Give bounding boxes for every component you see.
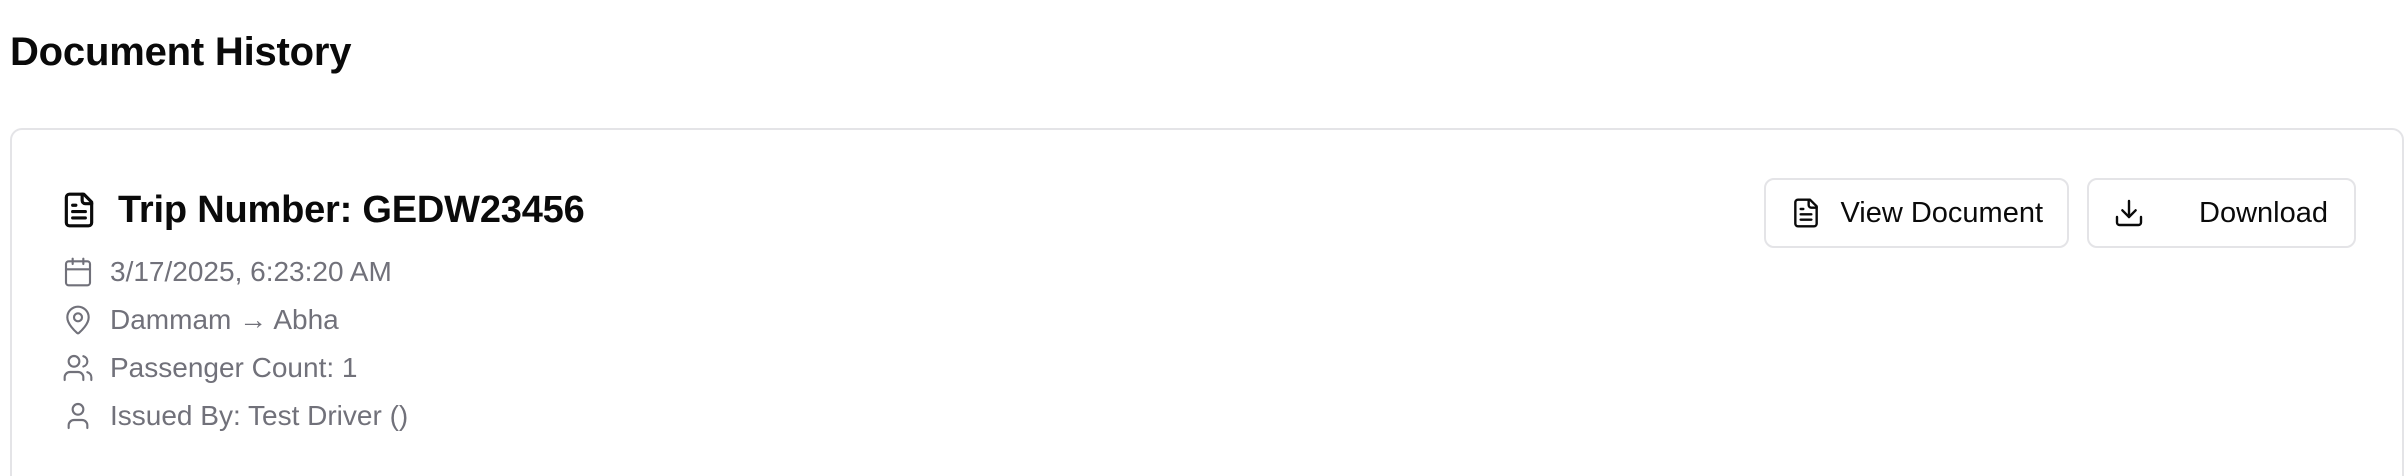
users-icon xyxy=(62,352,94,384)
meta-passengers: Passenger Count: 1 xyxy=(62,344,408,392)
document-meta-list: 3/17/2025, 6:23:20 AM Dammam → Abha Pass… xyxy=(62,248,408,440)
meta-date: 3/17/2025, 6:23:20 AM xyxy=(62,248,408,296)
document-card: Trip Number: GEDW23456 3/17/2025, 6:23:2… xyxy=(10,128,2404,476)
page-title: Document History xyxy=(10,30,352,74)
meta-issuer: Issued By: Test Driver () xyxy=(62,392,408,440)
document-history-page: Document History Trip Number: GEDW23456 xyxy=(0,0,2406,476)
file-text-icon xyxy=(1790,197,1822,229)
document-title: Trip Number: GEDW23456 xyxy=(118,188,585,231)
meta-passengers-text: Passenger Count: 1 xyxy=(110,352,358,383)
meta-route-text: Dammam → Abha xyxy=(110,304,339,335)
download-button[interactable]: Download xyxy=(2087,178,2356,248)
download-label: Download xyxy=(2199,196,2328,229)
document-card-header: Trip Number: GEDW23456 xyxy=(60,182,585,238)
calendar-icon xyxy=(62,256,94,288)
user-icon xyxy=(62,400,94,432)
meta-date-text: 3/17/2025, 6:23:20 AM xyxy=(110,256,392,287)
download-icon xyxy=(2113,197,2145,229)
map-pin-icon xyxy=(62,304,94,336)
view-document-label: View Document xyxy=(1840,196,2044,229)
meta-issuer-text: Issued By: Test Driver () xyxy=(110,400,409,431)
meta-route: Dammam → Abha xyxy=(62,296,408,344)
view-document-button[interactable]: View Document xyxy=(1764,178,2070,248)
file-text-icon xyxy=(60,191,98,229)
document-actions: View Document Download xyxy=(1764,178,2356,248)
